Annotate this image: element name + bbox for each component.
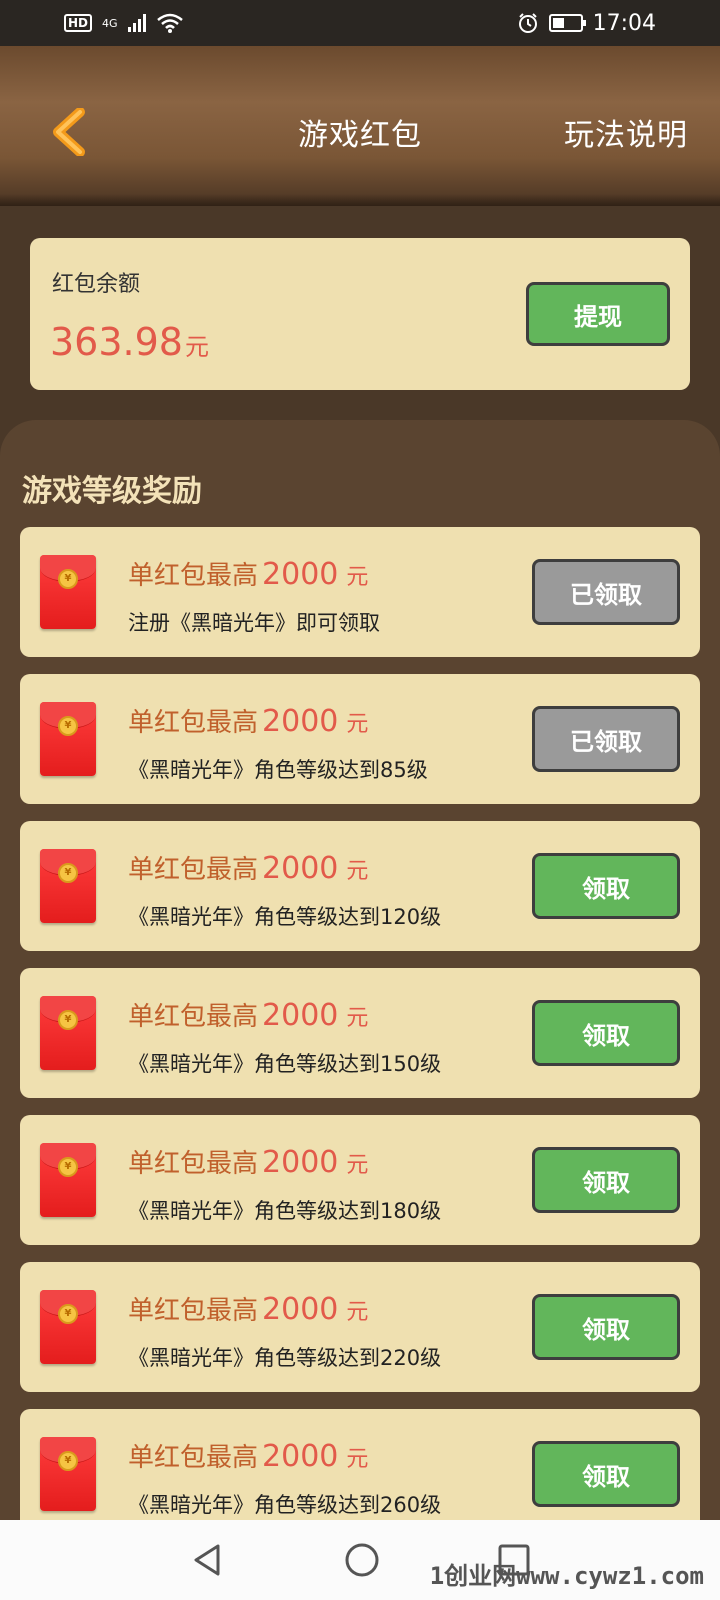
claim-button[interactable]: 领取: [532, 1441, 680, 1507]
reward-main: 单红包最高 2000 元: [128, 1143, 368, 1180]
claim-button[interactable]: 领取: [532, 1000, 680, 1066]
reward-prefix: 单红包最高: [128, 1296, 259, 1326]
header: 游戏红包 玩法说明: [0, 46, 720, 206]
balance-amount: 363.98元: [50, 320, 209, 364]
red-envelope-icon: ¥: [40, 555, 96, 629]
reward-main: 单红包最高 2000 元: [128, 1437, 368, 1474]
claimed-button[interactable]: 已领取: [532, 706, 680, 772]
red-envelope-icon: ¥: [40, 996, 96, 1070]
balance-value: 363.98: [50, 320, 183, 364]
status-left: HD 4G: [64, 12, 184, 34]
reward-row: ¥ 单红包最高 2000 元 《黑暗光年》角色等级达到120级 领取: [20, 821, 700, 951]
reward-condition: 《黑暗光年》角色等级达到220级: [128, 1346, 442, 1370]
reward-prefix: 单红包最高: [128, 1149, 259, 1179]
reward-condition: 注册《黑暗光年》即可领取: [128, 611, 380, 635]
reward-prefix: 单红包最高: [128, 1002, 259, 1032]
rewards-title: 游戏等级奖励: [22, 474, 202, 509]
hd-badge: HD: [64, 14, 93, 32]
network-type: 4G: [102, 16, 118, 30]
system-nav-bar: 1创业网www.cywz1.com: [0, 1520, 720, 1600]
rules-link[interactable]: 玩法说明: [564, 110, 688, 154]
claim-button[interactable]: 领取: [532, 853, 680, 919]
nav-back-icon[interactable]: [188, 1540, 228, 1580]
red-envelope-icon: ¥: [40, 702, 96, 776]
claim-button[interactable]: 领取: [532, 1147, 680, 1213]
reward-main: 单红包最高 2000 元: [128, 702, 368, 739]
reward-amount: 2000: [262, 851, 339, 886]
reward-unit: 元: [346, 1153, 369, 1178]
reward-unit: 元: [346, 1447, 369, 1472]
status-time: 17:04: [592, 10, 656, 36]
claim-button[interactable]: 领取: [532, 1294, 680, 1360]
alarm-icon: [518, 13, 537, 33]
reward-main: 单红包最高 2000 元: [128, 1290, 368, 1327]
wifi-icon: [156, 13, 183, 33]
battery-icon: [548, 14, 586, 32]
reward-row: ¥ 单红包最高 2000 元 《黑暗光年》角色等级达到85级 已领取: [20, 674, 700, 804]
balance-unit: 元: [184, 333, 209, 361]
balance-card: 红包余额 363.98元 提现: [30, 238, 690, 390]
reward-amount: 2000: [262, 557, 339, 592]
reward-condition: 《黑暗光年》角色等级达到120级: [128, 905, 442, 929]
status-right: 17:04: [517, 11, 656, 36]
reward-main: 单红包最高 2000 元: [128, 555, 368, 592]
reward-amount: 2000: [262, 1145, 339, 1180]
nav-home-icon[interactable]: [342, 1540, 382, 1580]
reward-amount: 2000: [262, 998, 339, 1033]
reward-prefix: 单红包最高: [128, 855, 259, 885]
reward-unit: 元: [346, 859, 369, 884]
reward-condition: 《黑暗光年》角色等级达到150级: [128, 1052, 442, 1076]
reward-amount: 2000: [262, 1292, 339, 1327]
withdraw-button[interactable]: 提现: [526, 282, 670, 346]
reward-unit: 元: [346, 1006, 369, 1031]
red-envelope-icon: ¥: [40, 1290, 96, 1364]
red-envelope-icon: ¥: [40, 1143, 96, 1217]
claimed-button[interactable]: 已领取: [532, 559, 680, 625]
reward-row: ¥ 单红包最高 2000 元 《黑暗光年》角色等级达到260级 领取: [20, 1409, 700, 1520]
balance-label: 红包余额: [52, 272, 141, 297]
watermark: 1创业网www.cywz1.com: [429, 1562, 704, 1590]
reward-unit: 元: [346, 712, 369, 737]
reward-unit: 元: [346, 565, 369, 590]
reward-condition: 《黑暗光年》角色等级达到180级: [128, 1199, 442, 1223]
reward-prefix: 单红包最高: [128, 708, 259, 738]
reward-unit: 元: [346, 1300, 369, 1325]
reward-condition: 《黑暗光年》角色等级达到85级: [128, 758, 428, 782]
reward-amount: 2000: [262, 704, 339, 739]
status-bar: HD 4G 17:04: [0, 0, 720, 46]
reward-row: ¥ 单红包最高 2000 元 《黑暗光年》角色等级达到150级 领取: [20, 968, 700, 1098]
rewards-panel: 游戏等级奖励 ¥ 单红包最高 2000 元 注册《黑暗光年》即可领取 已领取 ¥ 单…: [0, 420, 720, 1520]
signal-icon: [127, 14, 146, 32]
reward-amount: 2000: [262, 1439, 339, 1474]
reward-prefix: 单红包最高: [128, 561, 259, 591]
reward-main: 单红包最高 2000 元: [128, 996, 368, 1033]
reward-main: 单红包最高 2000 元: [128, 849, 368, 886]
reward-row: ¥ 单红包最高 2000 元 《黑暗光年》角色等级达到220级 领取: [20, 1262, 700, 1392]
reward-row: ¥ 单红包最高 2000 元 《黑暗光年》角色等级达到180级 领取: [20, 1115, 700, 1245]
reward-row: ¥ 单红包最高 2000 元 注册《黑暗光年》即可领取 已领取: [20, 527, 700, 657]
red-envelope-icon: ¥: [40, 849, 96, 923]
red-envelope-icon: ¥: [40, 1437, 96, 1511]
reward-condition: 《黑暗光年》角色等级达到260级: [128, 1493, 442, 1517]
reward-prefix: 单红包最高: [128, 1443, 259, 1473]
